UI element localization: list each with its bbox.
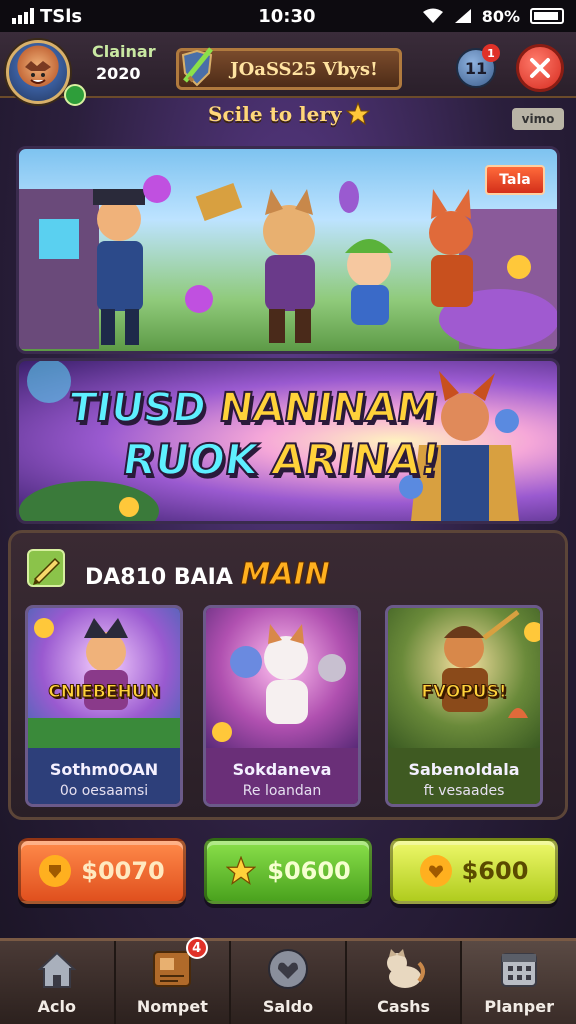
hero-character-icon [93,189,145,345]
offer-card-name: Sothm0OAN [49,759,159,779]
version-chip[interactable]: vimo [512,108,564,130]
kid-character-icon [345,239,393,325]
subtitle-text: Scile to lery [208,102,342,126]
offer-card-banner: CNIEBEHUN [48,682,160,703]
price-label: $600 [461,857,529,885]
offer-card-art [206,608,358,748]
subtitle-row: Scile to lery vimo [0,100,576,136]
daily-section: DA810 BAIA MAIN CNIEBEHUN Sothm0OAN 0o o… [8,530,568,820]
warrior-card-character-icon [442,610,540,718]
calendar-icon [495,947,543,991]
status-left: TSls [12,6,212,27]
nav-label: Nompet [136,997,208,1016]
offer-card-label: Sothm0OAN 0o oesaamsi [28,748,180,804]
promo-banner[interactable]: TIUSD NANINAM RUOK ARINA! [16,358,560,524]
nav-item-home[interactable]: Aclo [0,941,116,1024]
cat-card-character-icon [212,624,346,742]
title-banner: JOaSS25 Vbys! [176,47,402,90]
status-right: 80% [422,7,564,26]
offer-card-label: Sabenoldala ft vesaades [388,748,540,804]
shield-coin-icon [39,855,72,887]
nav-label: Planper [484,997,554,1016]
status-time: 10:30 [258,5,316,27]
cat-icon [380,947,428,991]
bottom-nav: Aclo 4 Nompet Saldo Cashs Planper [0,937,576,1024]
cell-signal-icon [454,9,471,23]
fox-character-icon [429,189,473,307]
offer-card-label: Sokdaneva Re loandan [206,748,358,804]
status-bar: TSls 10:30 80% [0,0,576,32]
promo-headline-line1: TIUSD NANINAM [65,384,441,432]
notifications-label: 11 [464,58,488,78]
battery-text: 80% [481,6,520,26]
heart-coin-icon [419,855,452,887]
close-icon [530,58,550,78]
hero-scene [19,175,557,349]
offer-card-art [388,608,540,748]
battery-icon [530,8,564,24]
pencil-check-icon [27,549,65,587]
promo-line2-part-a: RUOK [119,434,276,485]
price-label: $0600 [267,857,351,885]
offer-card[interactable]: Sokdaneva Re loandan [203,605,361,807]
game-header: Clainar 2020 JOaSS25 Vbys! 11 1 [0,32,576,106]
signal-icon [12,8,34,24]
nav-label: Saldo [262,997,314,1016]
offer-card-subtitle: 0o oesaamsi [59,782,149,799]
nav-badge: 4 [185,937,208,959]
notifications-button[interactable]: 11 1 [456,44,500,88]
nav-item-cashs[interactable]: Cashs [347,941,463,1024]
star-coin-icon [225,855,257,887]
offer-card-name: Sokdaneva [232,759,332,779]
price-button-3[interactable]: $600 [390,838,558,904]
player-score: 2020 [96,64,141,83]
offer-card[interactable]: FVOPUS! Sabenoldala ft vesaades [385,605,543,807]
promo-line1-part-b: NANINAM [215,384,440,432]
nav-item-planner[interactable]: Planper [462,941,576,1024]
promo-line2-part-b: ARINA! [268,434,444,485]
hero-banner[interactable]: Tala [16,146,560,354]
offer-card-art [28,608,180,748]
player-avatar[interactable] [6,40,70,104]
daily-title-highlight: MAIN [240,557,330,593]
star-icon [346,102,370,126]
notification-count-badge: 1 [482,44,500,62]
wifi-icon [422,8,443,23]
promo-line1-part-a: TIUSD [65,384,223,432]
promo-headline-line2: RUOK ARINA! [119,434,445,485]
offer-card-name: Sabenoldala [408,759,520,779]
home-icon [33,947,81,991]
daily-title-text: DA810 BAIA [85,565,241,590]
heart-shield-icon [264,947,312,991]
price-button-1[interactable]: $0070 [18,838,186,904]
offer-card-subtitle: ft vesaades [423,782,505,799]
price-button-2[interactable]: $0600 [204,838,372,904]
close-button[interactable] [516,44,564,92]
game-title: JOaSS25 Vbys! [230,58,378,80]
nav-item-board[interactable]: 4 Nompet [116,937,232,1024]
carrier-name: TSls [40,5,83,27]
avatar-face-icon [25,61,51,84]
cat-character-icon [263,189,315,343]
nav-item-saldo[interactable]: Saldo [231,941,347,1024]
offer-card-subtitle: Re loandan [242,782,322,799]
hero-tag: Tala [485,165,545,195]
hero-card-character-icon [28,618,180,748]
daily-title: DA810 BAIA MAIN [85,557,330,593]
offer-card-banner: FVOPUS! [421,682,507,703]
sword-shield-icon [181,47,213,87]
nav-label: Cashs [377,997,431,1016]
price-label: $0070 [81,857,165,885]
offer-card[interactable]: CNIEBEHUN Sothm0OAN 0o oesaamsi [25,605,183,807]
player-name: Clainar [92,42,156,61]
nav-label: Aclo [37,997,76,1016]
